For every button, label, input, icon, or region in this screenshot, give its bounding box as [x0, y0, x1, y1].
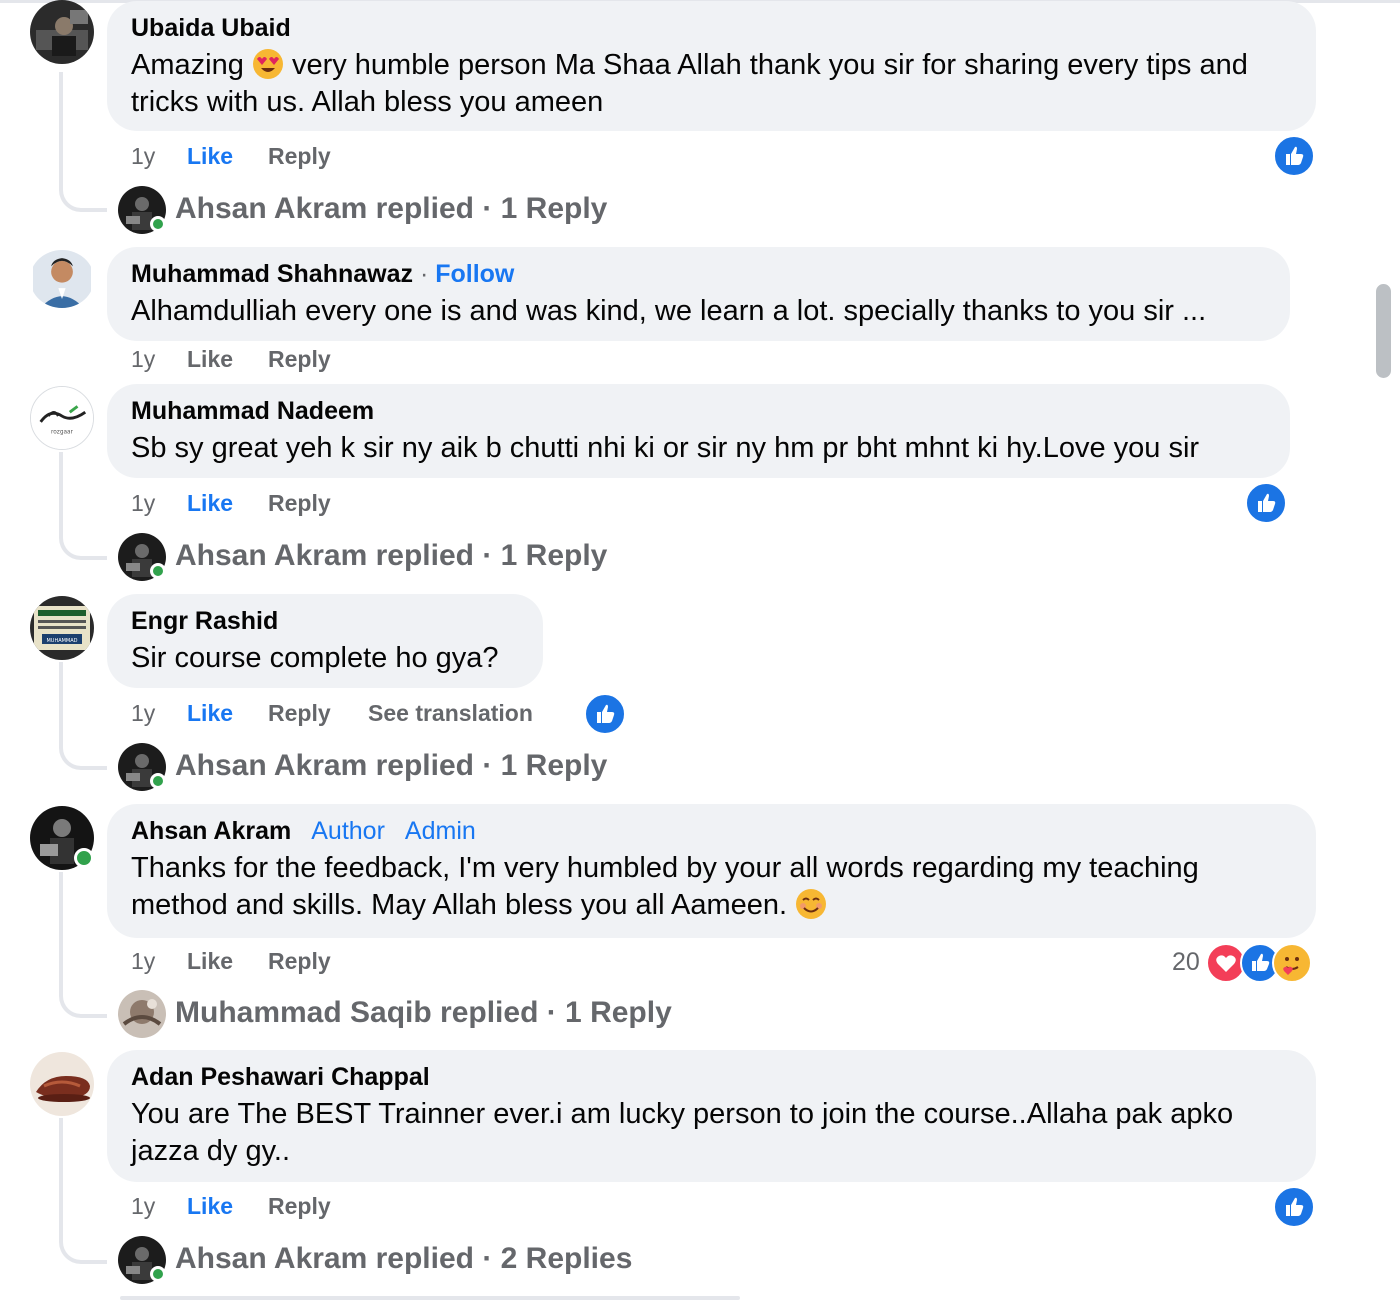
- care-reaction-icon: [1272, 943, 1312, 983]
- comment-text: Thanks for the feedback, I'm very humble…: [131, 852, 1199, 921]
- see-translation-button[interactable]: See translation: [368, 700, 533, 727]
- comment-bubble: Ahsan Akram Author Admin Thanks for the fe…: [107, 804, 1316, 938]
- reply-thread-line: [59, 662, 107, 770]
- comment-text: Sir course complete ho gya?: [131, 642, 499, 674]
- replies-text[interactable]: Ahsan Akram replied · 1 Reply: [175, 749, 607, 783]
- replies-text[interactable]: Ahsan Akram replied · 1 Reply: [175, 539, 607, 573]
- reply-button[interactable]: Reply: [268, 1193, 331, 1220]
- separator-dot: ·: [413, 260, 436, 288]
- reaction-count: 20: [1172, 948, 1200, 976]
- online-indicator: [150, 1266, 166, 1282]
- online-indicator: [150, 773, 166, 789]
- svg-text:MUHAMMAD: MUHAMMAD: [46, 638, 77, 644]
- avatar[interactable]: MUHAMMAD: [30, 596, 94, 660]
- comment-author-line: Muhammad Shahnawaz · Follow: [131, 259, 1266, 289]
- follow-button[interactable]: Follow: [435, 260, 514, 288]
- comment-text: Alhamdulliah every one is and was kind, …: [131, 295, 1207, 327]
- online-indicator: [150, 563, 166, 579]
- like-button[interactable]: Like: [187, 948, 233, 975]
- like-reaction-icon[interactable]: [1273, 135, 1315, 177]
- comment-text: Sb sy great yeh k sir ny aik b chutti nh…: [131, 432, 1200, 464]
- comment-bubble: Ubaida Ubaid Amazing very humble person …: [107, 1, 1316, 131]
- online-indicator: [74, 848, 94, 868]
- scrollbar-thumb[interactable]: [1376, 284, 1391, 378]
- like-button[interactable]: Like: [187, 1193, 233, 1220]
- heart-eyes-emoji: [252, 48, 284, 80]
- avatar[interactable]: [30, 1052, 94, 1116]
- like-reaction-icon[interactable]: [1245, 482, 1287, 524]
- like-button[interactable]: Like: [187, 490, 233, 517]
- comment-author[interactable]: Muhammad Shahnawaz: [131, 260, 413, 288]
- like-button[interactable]: Like: [187, 346, 233, 373]
- like-button[interactable]: Like: [187, 700, 233, 727]
- like-reaction-icon[interactable]: [584, 693, 626, 735]
- comment-bubble: Adan Peshawari Chappal You are The BEST …: [107, 1050, 1316, 1182]
- reaction-summary[interactable]: 20: [1170, 942, 1312, 983]
- like-reaction-icon[interactable]: [1273, 1186, 1315, 1228]
- comment-time[interactable]: 1y: [131, 948, 155, 975]
- svg-text:rozgaar: rozgaar: [51, 430, 74, 436]
- reply-button[interactable]: Reply: [268, 700, 331, 727]
- comment-time[interactable]: 1y: [131, 700, 155, 727]
- replies-text[interactable]: Ahsan Akram replied · 1 Reply: [175, 192, 607, 226]
- bottom-divider: [120, 1296, 740, 1300]
- reply-button[interactable]: Reply: [268, 143, 331, 170]
- smiling-emoji: [795, 888, 827, 920]
- avatar[interactable]: rozgaar: [30, 386, 94, 450]
- comment-text: Amazing very humble person Ma Shaa Allah…: [131, 48, 1248, 118]
- online-indicator: [150, 216, 166, 232]
- comment-time[interactable]: 1y: [131, 490, 155, 517]
- reply-button[interactable]: Reply: [268, 490, 331, 517]
- avatar[interactable]: [30, 250, 94, 308]
- reply-avatar: [118, 990, 166, 1038]
- comment-time[interactable]: 1y: [131, 1193, 155, 1220]
- replies-text[interactable]: Ahsan Akram replied · 2 Replies: [175, 1242, 632, 1276]
- reply-button[interactable]: Reply: [268, 346, 331, 373]
- avatar[interactable]: [30, 0, 94, 64]
- reply-thread-line: [59, 72, 107, 212]
- replies-text[interactable]: Muhammad Saqib replied · 1 Reply: [175, 996, 672, 1030]
- admin-badge[interactable]: Admin: [405, 817, 476, 845]
- comment-author[interactable]: Ubaida Ubaid: [131, 13, 1292, 43]
- reply-button[interactable]: Reply: [268, 948, 331, 975]
- like-button[interactable]: Like: [187, 143, 233, 170]
- comment-bubble: Muhammad Nadeem Sb sy great yeh k sir ny…: [107, 384, 1290, 478]
- comment-text: You are The BEST Trainner ever.i am luck…: [131, 1098, 1234, 1167]
- comment-time[interactable]: 1y: [131, 346, 155, 373]
- comment-author[interactable]: Adan Peshawari Chappal: [131, 1062, 1292, 1092]
- author-badge[interactable]: Author: [311, 817, 385, 845]
- reply-thread-line: [59, 452, 107, 560]
- comment-author[interactable]: Engr Rashid: [131, 606, 519, 636]
- comment-author-line: Ahsan Akram Author Admin: [131, 816, 1292, 846]
- comment-bubble: Muhammad Shahnawaz · Follow Alhamdulliah…: [107, 247, 1290, 341]
- reply-thread-line: [59, 872, 107, 1018]
- comment-author[interactable]: Muhammad Nadeem: [131, 396, 1266, 426]
- reply-thread-line: [59, 1118, 107, 1264]
- comment-time[interactable]: 1y: [131, 143, 155, 170]
- comment-author[interactable]: Ahsan Akram: [131, 817, 291, 845]
- comment-bubble: Engr Rashid Sir course complete ho gya?: [107, 594, 543, 688]
